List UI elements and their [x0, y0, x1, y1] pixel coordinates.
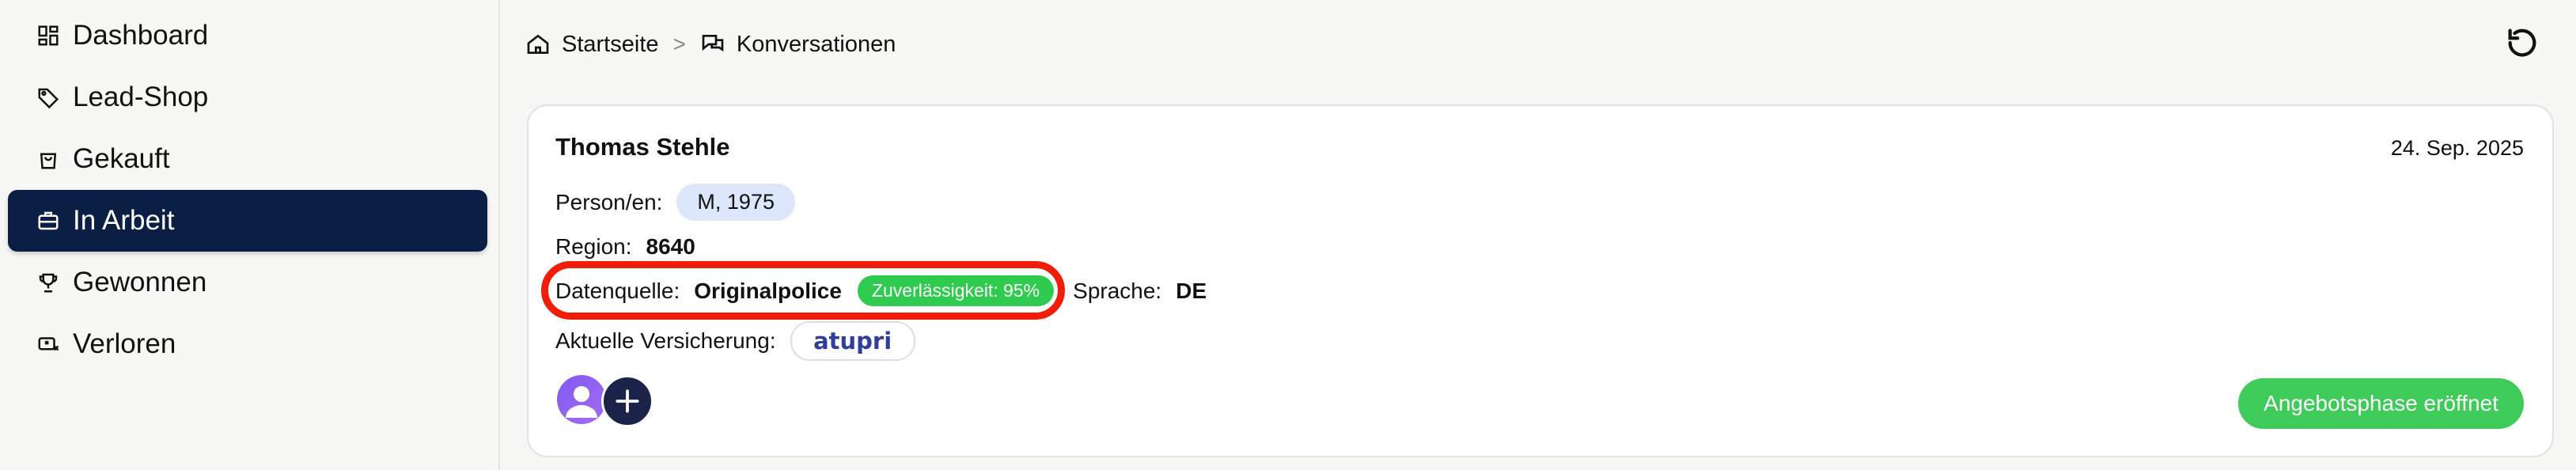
- datasource-label: Datenquelle:: [555, 278, 680, 303]
- datasource-row: Datenquelle: Originalpolice Zuverlässigk…: [555, 275, 1207, 306]
- user-icon: [566, 386, 597, 418]
- persons-pill: M, 1975: [676, 184, 795, 221]
- refresh-icon: [2504, 25, 2540, 65]
- chat-icon: [700, 32, 725, 57]
- sidebar-item-lead-shop[interactable]: Lead-Shop: [8, 66, 487, 128]
- avatar[interactable]: [557, 375, 606, 424]
- contact-name: Thomas Stehle: [555, 133, 730, 161]
- card-date: 24. Sep. 2025: [2390, 136, 2524, 160]
- reliability-badge: Zuverlässigkeit: 95%: [857, 275, 1055, 306]
- insurance-row: Aktuelle Versicherung: atupri: [555, 321, 915, 361]
- region-label: Region:: [555, 234, 632, 259]
- sidebar-item-label: Dashboard: [73, 20, 209, 51]
- sidebar-item-in-arbeit[interactable]: In Arbeit: [8, 190, 487, 252]
- sidebar-item-label: Gewonnen: [73, 267, 207, 298]
- datasource-value: Originalpolice: [694, 278, 842, 303]
- plus-icon: [616, 389, 639, 413]
- sidebar-item-verloren[interactable]: Verloren: [8, 313, 487, 375]
- insurance-logo: atupri: [790, 321, 915, 361]
- sidebar-item-label: Verloren: [73, 328, 176, 359]
- trophy-icon: [35, 269, 62, 296]
- breadcrumb-current: Konversationen: [736, 31, 896, 57]
- add-person-button[interactable]: [601, 375, 653, 427]
- refresh-button[interactable]: [2500, 22, 2544, 66]
- sidebar-item-gewonnen[interactable]: Gewonnen: [8, 252, 487, 313]
- tag-icon: [35, 84, 62, 111]
- dashboard-icon: [35, 22, 62, 49]
- breadcrumb: Startseite > Konversationen: [525, 27, 896, 62]
- breadcrumb-separator: >: [672, 32, 686, 56]
- shopping-bag-icon: [35, 146, 62, 172]
- persons-row: Person/en: M, 1975: [555, 184, 795, 221]
- sidebar: Dashboard Lead-Shop Gekauft In Arbeit Ge…: [0, 0, 500, 470]
- briefcase-icon: [35, 207, 62, 234]
- region-row: Region: 8640: [555, 234, 695, 260]
- insurance-label: Aktuelle Versicherung:: [555, 328, 776, 353]
- persons-label: Person/en:: [555, 189, 663, 214]
- sidebar-item-label: In Arbeit: [73, 205, 175, 236]
- breadcrumb-home-link[interactable]: Startseite: [562, 32, 659, 58]
- language-label: Sprache:: [1073, 278, 1162, 303]
- sidebar-item-gekauft[interactable]: Gekauft: [8, 128, 487, 190]
- status-button[interactable]: Angebotsphase eröffnet: [2238, 378, 2524, 429]
- home-icon: [525, 32, 551, 57]
- ticket-x-icon: [35, 331, 62, 358]
- sidebar-item-dashboard[interactable]: Dashboard: [8, 5, 487, 66]
- sidebar-item-label: Lead-Shop: [73, 81, 209, 112]
- conversation-card[interactable]: Thomas Stehle 24. Sep. 2025 Person/en: M…: [527, 104, 2554, 457]
- language-value: DE: [1176, 278, 1207, 303]
- sidebar-item-label: Gekauft: [73, 143, 170, 174]
- region-value: 8640: [646, 234, 695, 259]
